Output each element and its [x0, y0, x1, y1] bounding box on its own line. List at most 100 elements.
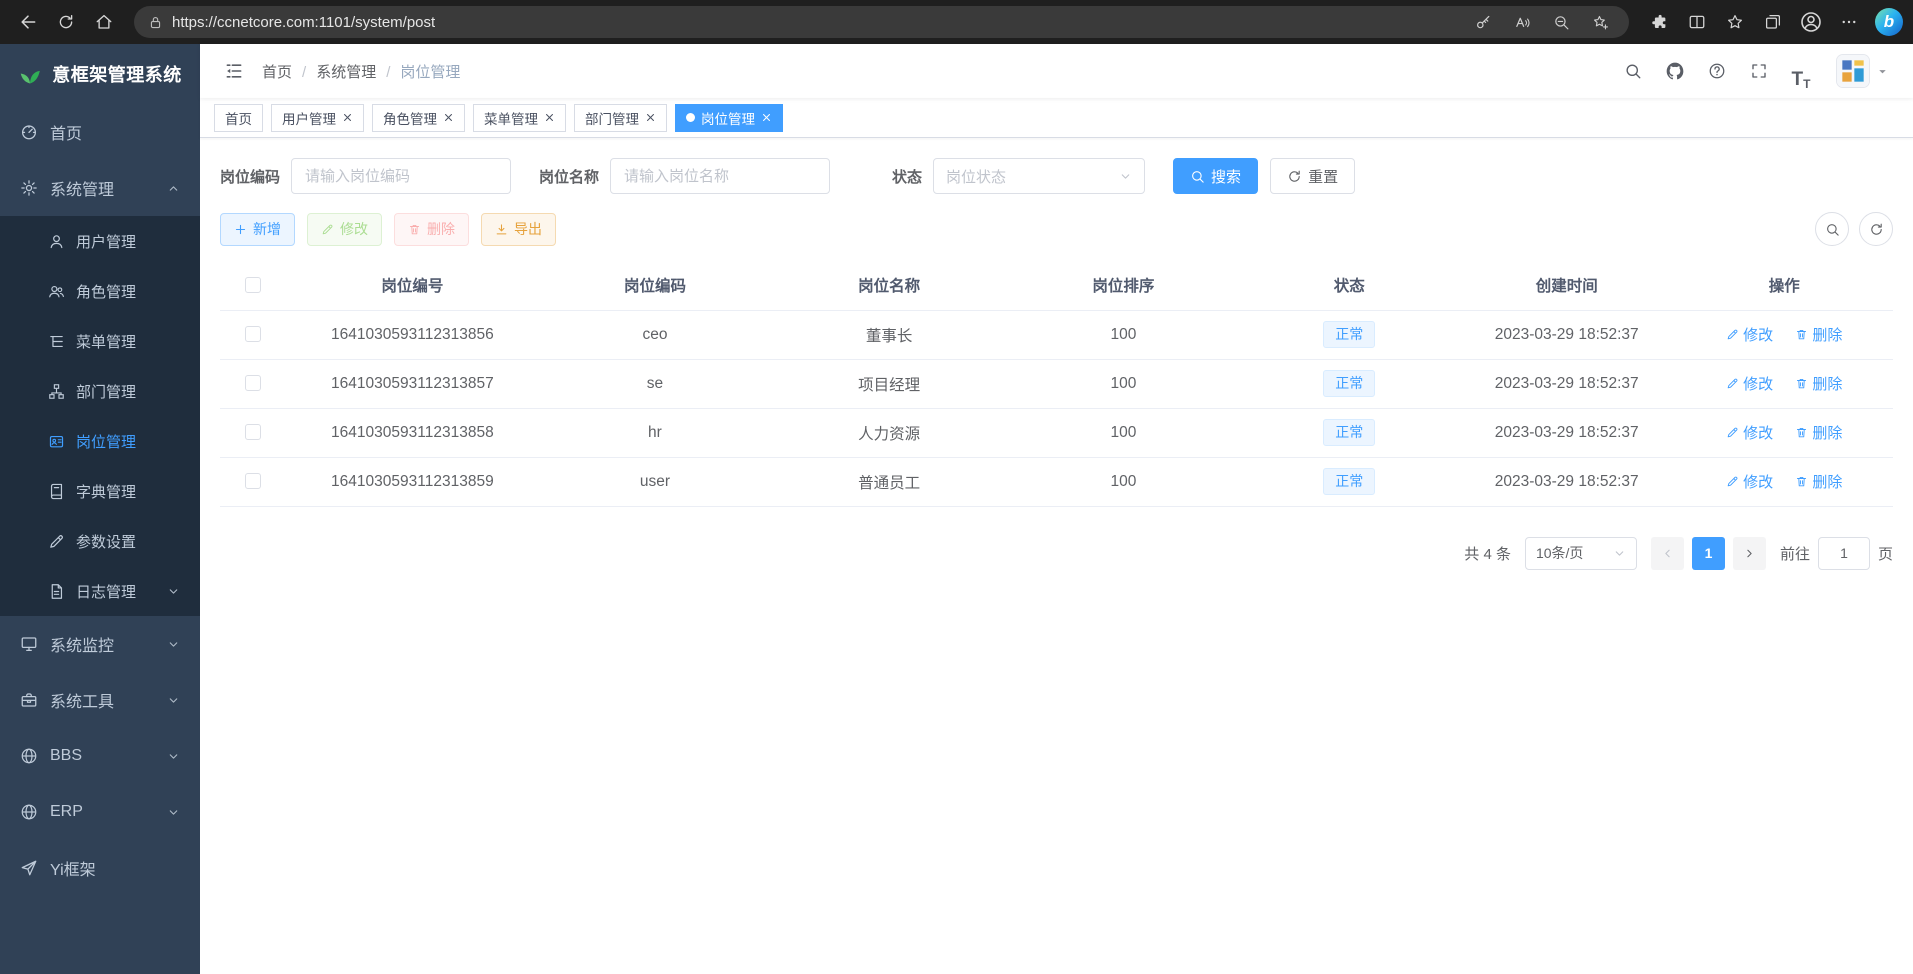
sidebar-item-dept-mgmt[interactable]: 部门管理	[0, 366, 200, 416]
split-screen-button[interactable]	[1679, 5, 1715, 39]
bing-copilot-button[interactable]: b	[1875, 8, 1903, 36]
close-icon[interactable]	[645, 112, 656, 123]
select-all-checkbox[interactable]	[245, 277, 261, 293]
page-number-button[interactable]: 1	[1692, 537, 1725, 570]
sidebar-item-system-tools[interactable]: 系统工具	[0, 672, 200, 728]
app-logo[interactable]: 意框架管理系统	[0, 44, 200, 104]
star-icon	[1726, 13, 1744, 31]
sidebar-item-yi-framework[interactable]: Yi框架	[0, 840, 200, 896]
table-row[interactable]: 1641030593112313858 hr 人力资源 100 正常 2023-…	[220, 408, 1893, 457]
collections-button[interactable]	[1755, 5, 1791, 39]
delete-button[interactable]: 删除	[394, 213, 469, 246]
sidebar-item-home[interactable]: 首页	[0, 104, 200, 160]
collections-icon	[1764, 13, 1782, 31]
sidebar-item-system-mgmt[interactable]: 系统管理	[0, 160, 200, 216]
gear-icon	[20, 179, 38, 197]
edit-button[interactable]: 修改	[307, 213, 382, 246]
toggle-search-button[interactable]	[1815, 212, 1849, 246]
breadcrumb-system[interactable]: 系统管理	[292, 61, 376, 82]
row-delete-link[interactable]: 删除	[1795, 324, 1842, 345]
sidebar-item-param-settings[interactable]: 参数设置	[0, 516, 200, 566]
row-edit-link[interactable]: 修改	[1726, 422, 1773, 443]
row-checkbox[interactable]	[245, 326, 261, 342]
table-toolbar: 新增 修改 删除 导出	[220, 212, 1893, 246]
add-button[interactable]: 新增	[220, 213, 295, 246]
row-edit-link[interactable]: 修改	[1726, 373, 1773, 394]
docs-help-button[interactable]	[1697, 51, 1737, 91]
next-page-button[interactable]	[1733, 537, 1766, 570]
browser-refresh-button[interactable]	[48, 5, 84, 39]
sidebar-item-erp[interactable]: ERP	[0, 784, 200, 840]
favorites-button[interactable]	[1717, 5, 1753, 39]
sidebar-item-label: 系统监控	[50, 632, 155, 656]
breadcrumb-home[interactable]: 首页	[262, 61, 292, 82]
sidebar-item-bbs[interactable]: BBS	[0, 728, 200, 784]
github-link[interactable]	[1655, 51, 1695, 91]
password-key-button[interactable]	[1468, 8, 1498, 36]
cell-post-code: hr	[538, 408, 772, 457]
page-size-select[interactable]: 10条/页	[1525, 537, 1637, 570]
sidebar-item-role-mgmt[interactable]: 角色管理	[0, 266, 200, 316]
row-checkbox[interactable]	[245, 424, 261, 440]
sidebar-item-system-monitor[interactable]: 系统监控	[0, 616, 200, 672]
tab-user-mgmt[interactable]: 用户管理	[271, 104, 364, 132]
row-checkbox[interactable]	[245, 375, 261, 391]
sidebar-item-user-mgmt[interactable]: 用户管理	[0, 216, 200, 266]
table-row[interactable]: 1641030593112313857 se 项目经理 100 正常 2023-…	[220, 359, 1893, 408]
column-header-created: 创建时间	[1458, 260, 1675, 310]
read-aloud-button[interactable]	[1507, 8, 1537, 36]
site-lock-icon[interactable]	[148, 15, 163, 30]
row-edit-link[interactable]: 修改	[1726, 471, 1773, 492]
sidebar-toggle-button[interactable]	[216, 53, 252, 89]
status-select[interactable]: 岗位状态	[933, 158, 1145, 194]
browser-profile-button[interactable]	[1793, 5, 1829, 39]
font-size-button[interactable]: TT	[1781, 51, 1821, 91]
export-button[interactable]: 导出	[481, 213, 556, 246]
refresh-table-button[interactable]	[1859, 212, 1893, 246]
post-code-input[interactable]	[291, 158, 511, 194]
table-row[interactable]: 1641030593112313856 ceo 董事长 100 正常 2023-…	[220, 310, 1893, 359]
prev-page-button[interactable]	[1651, 537, 1684, 570]
row-delete-link[interactable]: 删除	[1795, 373, 1842, 394]
row-checkbox[interactable]	[245, 473, 261, 489]
tab-role-mgmt[interactable]: 角色管理	[372, 104, 465, 132]
user-avatar-menu[interactable]	[1837, 55, 1889, 87]
sidebar-item-post-mgmt[interactable]: 岗位管理	[0, 416, 200, 466]
sidebar-item-log-mgmt[interactable]: 日志管理	[0, 566, 200, 616]
close-icon[interactable]	[342, 112, 353, 123]
browser-home-button[interactable]	[86, 5, 122, 39]
tab-home[interactable]: 首页	[214, 104, 263, 132]
table-row[interactable]: 1641030593112313859 user 普通员工 100 正常 202…	[220, 457, 1893, 506]
pager: 1	[1651, 537, 1766, 570]
tab-post-mgmt[interactable]: 岗位管理	[675, 104, 783, 132]
post-name-input[interactable]	[610, 158, 830, 194]
add-favorite-button[interactable]	[1585, 8, 1615, 36]
status-badge: 正常	[1323, 321, 1375, 347]
browser-back-button[interactable]	[10, 5, 46, 39]
goto-page-input[interactable]	[1818, 537, 1870, 570]
sidebar-item-dict-mgmt[interactable]: 字典管理	[0, 466, 200, 516]
trash-icon	[1795, 426, 1808, 439]
extensions-button[interactable]	[1641, 5, 1677, 39]
reset-button[interactable]: 重置	[1270, 158, 1355, 194]
header-search-button[interactable]	[1613, 51, 1653, 91]
row-delete-link[interactable]: 删除	[1795, 422, 1842, 443]
row-edit-link[interactable]: 修改	[1726, 324, 1773, 345]
cell-post-name: 人力资源	[772, 408, 1006, 457]
sidebar-item-menu-mgmt[interactable]: 菜单管理	[0, 316, 200, 366]
search-button[interactable]: 搜索	[1173, 158, 1258, 194]
close-icon[interactable]	[544, 112, 555, 123]
fullscreen-button[interactable]	[1739, 51, 1779, 91]
trash-icon	[1795, 328, 1808, 341]
close-icon[interactable]	[761, 112, 772, 123]
browser-menu-button[interactable]	[1831, 5, 1867, 39]
sidebar-item-label: 系统工具	[50, 688, 155, 712]
close-icon[interactable]	[443, 112, 454, 123]
sidebar-item-label: 参数设置	[76, 531, 180, 552]
zoom-button[interactable]	[1546, 8, 1576, 36]
row-delete-link[interactable]: 删除	[1795, 471, 1842, 492]
address-bar[interactable]: https://ccnetcore.com:1101/system/post	[134, 6, 1629, 38]
trash-icon	[1795, 377, 1808, 390]
tab-menu-mgmt[interactable]: 菜单管理	[473, 104, 566, 132]
tab-dept-mgmt[interactable]: 部门管理	[574, 104, 667, 132]
